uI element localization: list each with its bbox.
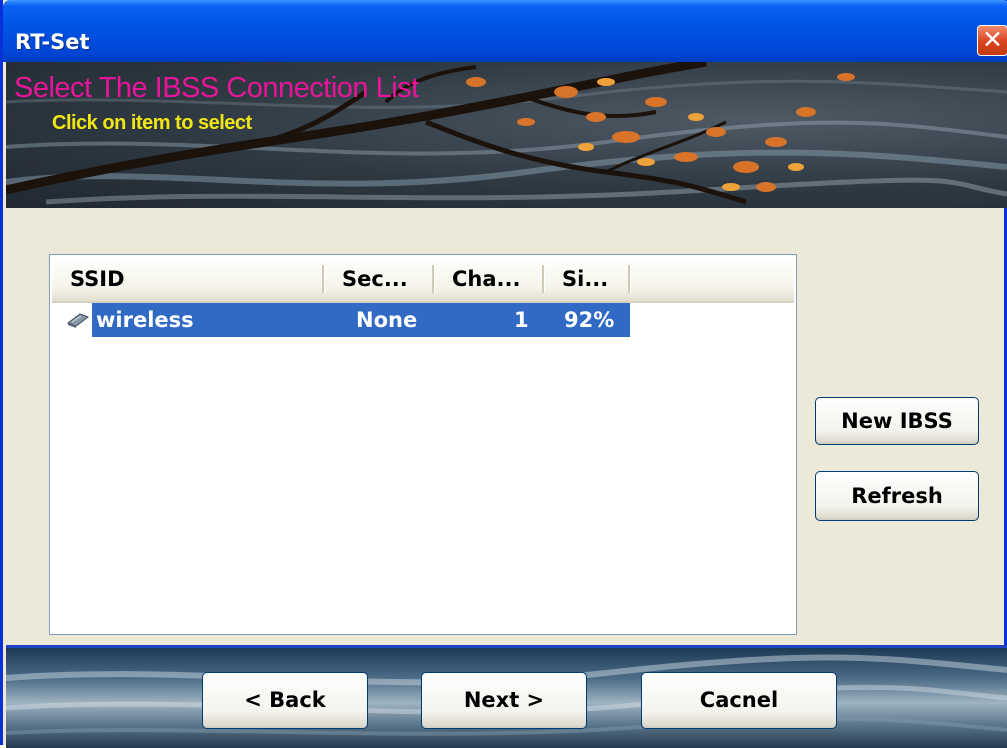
header-banner: Select The IBSS Connection List Click on… xyxy=(6,62,1007,208)
cell-signal: 92% xyxy=(564,308,615,332)
close-icon: ✕ xyxy=(982,25,1003,54)
ibss-connection-list[interactable]: SSID Sec... Cha... Si... wireless None 1… xyxy=(49,254,797,635)
column-divider[interactable] xyxy=(432,265,435,293)
column-divider[interactable] xyxy=(542,265,545,293)
new-ibss-button[interactable]: New IBSS xyxy=(815,397,979,445)
refresh-button[interactable]: Refresh xyxy=(815,471,979,521)
back-button[interactable]: < Back xyxy=(202,672,368,729)
column-divider[interactable] xyxy=(322,265,325,293)
banner-subtitle: Click on item to select xyxy=(52,112,252,134)
column-header-ssid[interactable]: SSID xyxy=(70,257,125,301)
cell-security: None xyxy=(356,308,418,332)
next-button[interactable]: Next > xyxy=(421,672,587,729)
close-button[interactable]: ✕ xyxy=(977,25,1007,56)
cell-channel: 1 xyxy=(514,308,529,332)
list-header: SSID Sec... Cha... Si... xyxy=(52,257,794,303)
list-item[interactable]: wireless None 1 92% xyxy=(52,303,794,337)
column-header-signal[interactable]: Si... xyxy=(562,257,608,301)
network-card-icon xyxy=(66,313,90,328)
cell-ssid: wireless xyxy=(96,308,194,332)
window-title: RT-Set xyxy=(15,30,90,54)
banner-title: Select The IBSS Connection List xyxy=(14,72,419,104)
cancel-button[interactable]: Cacnel xyxy=(641,672,837,729)
rt-set-window: RT-Set ✕ Select The IBSS Connection List… xyxy=(0,0,1007,748)
column-divider[interactable] xyxy=(628,265,631,293)
column-header-security[interactable]: Sec... xyxy=(342,257,408,301)
title-bar[interactable]: RT-Set ✕ xyxy=(3,0,1007,62)
column-header-channel[interactable]: Cha... xyxy=(452,257,520,301)
